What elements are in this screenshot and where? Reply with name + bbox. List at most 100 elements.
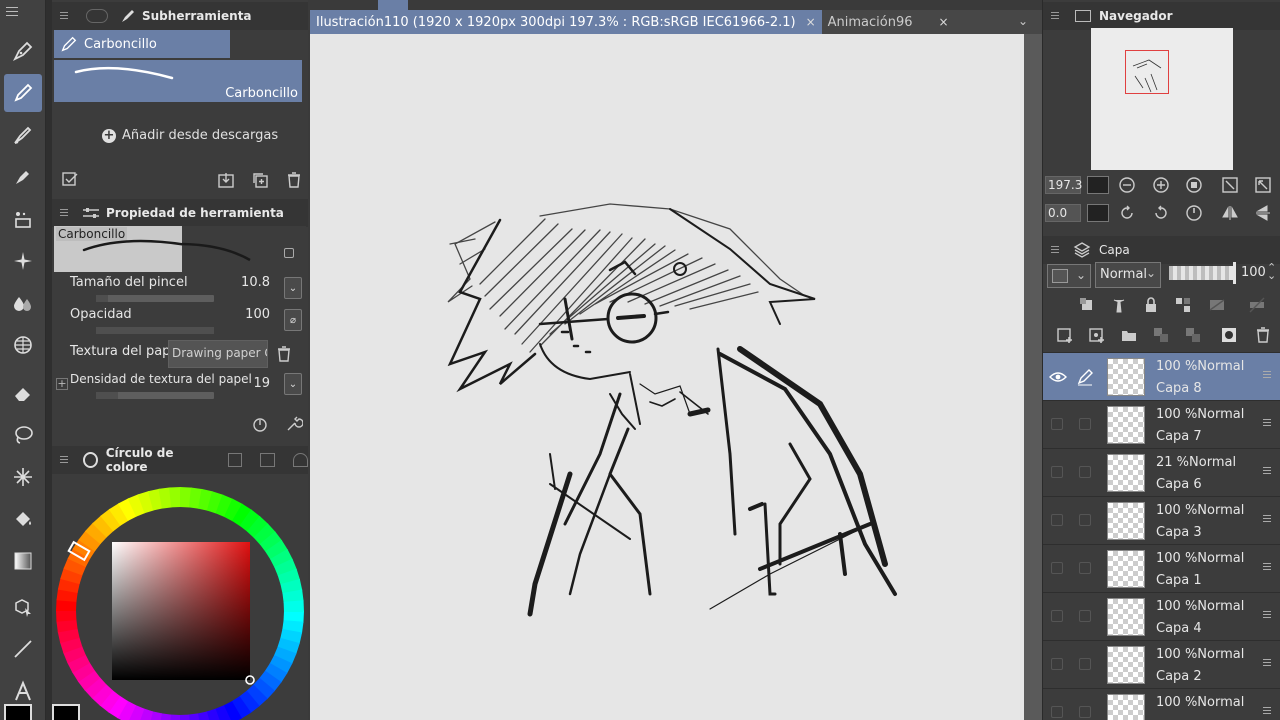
pencil-icon[interactable] (1076, 368, 1094, 386)
tool-lasso[interactable] (4, 416, 42, 454)
intermediate-color-tab-icon[interactable] (260, 453, 276, 467)
tool-fill[interactable] (4, 500, 42, 538)
edit-target-toggle[interactable] (1079, 466, 1091, 478)
close-icon[interactable]: × (939, 15, 949, 29)
brush-stroke-preview[interactable]: Carboncillo (54, 60, 302, 102)
opacity-slider[interactable] (96, 327, 214, 334)
lock-icon[interactable] (284, 248, 294, 258)
tool-grid[interactable] (4, 326, 42, 364)
layer-menu-icon[interactable] (1263, 659, 1271, 660)
tool-magic-wand[interactable] (4, 458, 42, 496)
sub-color-swatch[interactable] (52, 704, 80, 720)
tab-animacion96[interactable]: Animación96 × (822, 10, 955, 34)
delete-layer-button[interactable] (1253, 325, 1273, 345)
tool-decoration[interactable] (4, 200, 42, 238)
opacity-toggle[interactable]: ⌀ (284, 309, 302, 331)
layer-row[interactable]: 100 %Normal Capa 8 (1043, 352, 1280, 400)
tool-airbrush[interactable] (4, 158, 42, 196)
tool-gradient[interactable] (4, 542, 42, 580)
tool-brush[interactable] (4, 116, 42, 154)
tool-pen[interactable] (4, 32, 42, 70)
duplicate-subtool-button[interactable] (250, 170, 270, 190)
grip-icon[interactable] (1049, 11, 1063, 21)
rotate-right-button[interactable] (1151, 203, 1171, 223)
chevron-down-icon[interactable]: ⌄ (1018, 14, 1028, 28)
zoom-input[interactable]: 197.3 (1045, 176, 1082, 194)
reference-button[interactable] (1109, 295, 1129, 315)
brush-size-slider[interactable] (96, 295, 214, 302)
texture-density-value[interactable]: 19 (253, 376, 270, 391)
hue-segment[interactable] (169, 487, 182, 508)
edit-target-toggle[interactable] (1079, 706, 1091, 718)
brush-size-dropdown[interactable]: ⌄ (284, 277, 302, 299)
color-wheel[interactable] (52, 474, 308, 720)
flip-horizontal-button[interactable] (1220, 203, 1240, 223)
visibility-toggle[interactable] (1051, 514, 1063, 526)
layer-row[interactable]: 100 %Normal Capa 2 (1043, 640, 1280, 688)
clip-button[interactable] (1077, 295, 1097, 315)
brush-size-value[interactable]: 10.8 (241, 275, 270, 290)
pressure-settings-button[interactable] (250, 414, 270, 434)
edit-target-toggle[interactable] (1079, 418, 1091, 430)
layer-menu-icon[interactable] (1263, 371, 1271, 372)
clear-texture-button[interactable] (274, 344, 294, 364)
main-color-swatch[interactable] (4, 704, 32, 720)
edit-target-toggle[interactable] (1079, 610, 1091, 622)
zoom-out-button[interactable] (1117, 175, 1137, 195)
layer-row[interactable]: 100 %Normal (1043, 688, 1280, 720)
close-icon[interactable]: × (806, 15, 816, 29)
new-vector-layer-button[interactable] (1087, 325, 1107, 345)
brush-item-selected[interactable]: Carboncillo (54, 30, 230, 58)
grip-icon[interactable] (1049, 245, 1063, 255)
visibility-toggle[interactable] (1051, 610, 1063, 622)
tool-operation[interactable] (4, 588, 42, 626)
delete-subtool-button[interactable] (284, 170, 304, 190)
hue-segment[interactable] (56, 609, 77, 622)
layer-opacity-handle[interactable] (1233, 262, 1236, 284)
flip-vertical-button[interactable] (1253, 203, 1273, 223)
texture-density-slider[interactable] (96, 392, 214, 399)
layer-color-select[interactable]: ⌄ (1047, 264, 1091, 288)
grip-icon[interactable] (58, 208, 72, 218)
layer-menu-icon[interactable] (1263, 611, 1271, 612)
layer-row[interactable]: 100 %Normal Capa 3 (1043, 496, 1280, 544)
visibility-toggle[interactable] (1051, 466, 1063, 478)
zoom-in-button[interactable] (1151, 175, 1171, 195)
reset-rotation-button[interactable] (1184, 203, 1204, 223)
subtool-settings-button[interactable] (60, 170, 80, 190)
layer-menu-icon[interactable] (1263, 467, 1271, 468)
visibility-toggle[interactable] (1051, 706, 1063, 718)
layer-row[interactable]: 100 %Normal Capa 7 (1043, 400, 1280, 448)
actual-pixels-button[interactable] (1220, 175, 1240, 195)
command-active-button[interactable] (378, 0, 408, 10)
tool-pencil[interactable] (4, 74, 42, 112)
rotation-slider[interactable] (1087, 204, 1109, 222)
lock-layer-button[interactable] (1141, 295, 1161, 315)
blend-mode-select[interactable]: Normal ⌄ (1095, 262, 1161, 288)
expand-icon[interactable]: + (56, 378, 68, 390)
edit-target-toggle[interactable] (1079, 658, 1091, 670)
grip-icon[interactable] (58, 11, 72, 21)
layer-menu-icon[interactable] (1263, 707, 1271, 708)
tool-sparkle[interactable] (4, 242, 42, 280)
eye-icon[interactable] (1049, 371, 1067, 383)
menu-icon[interactable] (6, 6, 18, 16)
layer-row[interactable]: 100 %Normal Capa 1 (1043, 544, 1280, 592)
layer-menu-icon[interactable] (1263, 563, 1271, 564)
layer-menu-icon[interactable] (1263, 419, 1271, 420)
zoom-slider[interactable] (1087, 176, 1109, 194)
texture-density-dropdown[interactable]: ⌄ (284, 373, 302, 395)
edit-target-toggle[interactable] (1079, 514, 1091, 526)
layer-menu-icon[interactable] (1263, 515, 1271, 516)
spinner-icon[interactable]: ⌃ ⌄ (1267, 262, 1276, 281)
layer-row[interactable]: 100 %Normal Capa 4 (1043, 592, 1280, 640)
new-folder-button[interactable] (1119, 325, 1139, 345)
color-set-tab-icon[interactable] (227, 453, 243, 467)
transfer-down-button[interactable] (1151, 325, 1171, 345)
hue-segment[interactable] (283, 600, 304, 613)
new-raster-layer-button[interactable] (1055, 325, 1075, 345)
grip-icon[interactable] (58, 455, 71, 465)
layer-row[interactable]: 21 %Normal Capa 6 (1043, 448, 1280, 496)
lock-transparency-button[interactable] (1173, 295, 1193, 315)
tab-ilustracion110[interactable]: Ilustración110 (1920 x 1920px 300dpi 197… (310, 10, 822, 34)
